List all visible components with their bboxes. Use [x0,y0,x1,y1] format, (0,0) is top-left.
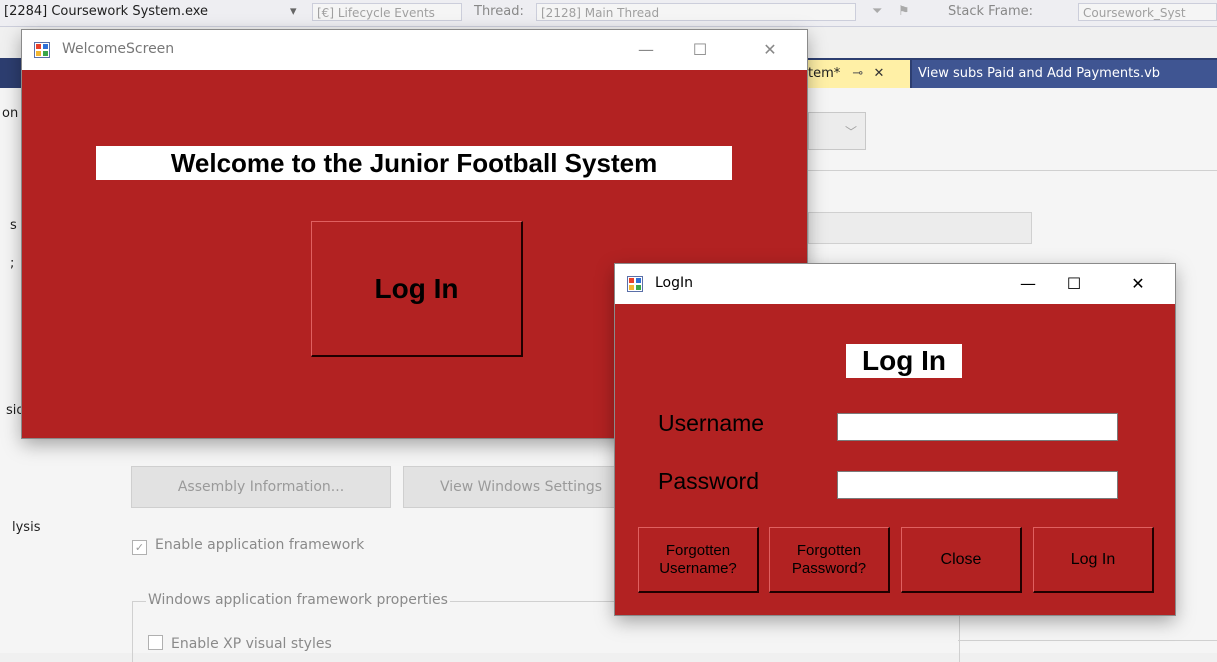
sidebar-item-code-analysis[interactable]: lysis [12,520,40,535]
process-dropdown[interactable]: [2284] Coursework System.exe [4,4,208,19]
stack-frame-dropdown[interactable]: Coursework_Syst [1078,3,1217,21]
welcome-login-button[interactable]: Log In [311,221,523,357]
tab-label: tem* [808,66,841,81]
enable-xp-checkbox[interactable] [148,635,163,650]
maximize-button[interactable]: ☐ [677,30,723,70]
close-button[interactable]: ✕ [747,30,793,70]
tab-view-subs-paid[interactable]: View subs Paid and Add Payments.vb [912,60,1217,88]
divider [808,170,1217,171]
username-input[interactable] [837,413,1118,441]
username-label: Username [658,410,765,436]
debug-toolbar: [2284] Coursework System.exe ▾ [€] Lifec… [0,0,1217,27]
pin-icon[interactable]: ⊸ [852,66,863,81]
enable-xp-label: Enable XP visual styles [171,636,332,652]
close-form-button[interactable]: Close [901,527,1022,593]
minimize-button[interactable]: — [623,30,669,70]
sidebar-fragment[interactable]: s [10,218,17,233]
thread-label: Thread: [474,4,524,19]
login-title-bar[interactable]: LogIn — ☐ ✕ [615,264,1175,304]
forgot-username-button[interactable]: Forgotten Username? [638,527,759,593]
app-form-icon [34,42,50,58]
password-input[interactable] [837,471,1118,499]
forgot-password-button[interactable]: Forgotten Password? [769,527,890,593]
login-submit-button[interactable]: Log In [1033,527,1154,593]
view-windows-settings-button[interactable]: View Windows Settings [403,466,618,508]
filter-icon[interactable]: ⏷ [872,4,882,19]
framework-group-label: Windows application framework properties [146,592,450,608]
minimize-button[interactable]: — [1005,264,1051,304]
password-label: Password [658,468,759,494]
disabled-textbox[interactable] [808,212,1032,244]
welcome-title-bar[interactable]: WelcomeScreen — ☐ ✕ [22,30,807,70]
sidebar-fragment[interactable]: on [2,106,18,121]
close-button[interactable]: ✕ [1115,264,1161,304]
enable-xp-row[interactable]: Enable XP visual styles [148,635,332,652]
assembly-information-button[interactable]: Assembly Information... [131,466,391,508]
flag-icon[interactable]: ⚑ [898,4,910,19]
divider [958,640,1217,641]
tab-active-document[interactable]: tem* ⊸ ✕ [808,60,910,88]
thread-dropdown[interactable]: [2128] Main Thread [536,3,856,21]
chevron-down-icon: ﹀ [844,125,857,139]
stack-frame-label: Stack Frame: [948,4,1034,19]
app-form-icon [627,276,643,292]
sidebar-fragment[interactable]: ; [10,256,14,271]
close-tab-icon[interactable]: ✕ [873,66,884,81]
maximize-button[interactable]: ☐ [1051,264,1097,304]
enable-framework-label: Enable application framework [155,537,365,553]
enable-framework-checkbox[interactable]: ✓ [132,540,147,555]
window-title: WelcomeScreen [62,41,175,57]
chevron-down-icon: ▾ [290,4,297,19]
login-window: LogIn — ☐ ✕ Log In Username Password For… [615,264,1175,615]
enable-framework-row[interactable]: ✓ Enable application framework [132,537,364,555]
login-heading: Log In [846,344,962,378]
lifecycle-dropdown[interactable]: [€] Lifecycle Events [312,3,462,21]
window-title: LogIn [655,275,694,291]
config-dropdown[interactable]: ﹀ [808,112,866,150]
welcome-heading: Welcome to the Junior Football System [96,146,732,180]
